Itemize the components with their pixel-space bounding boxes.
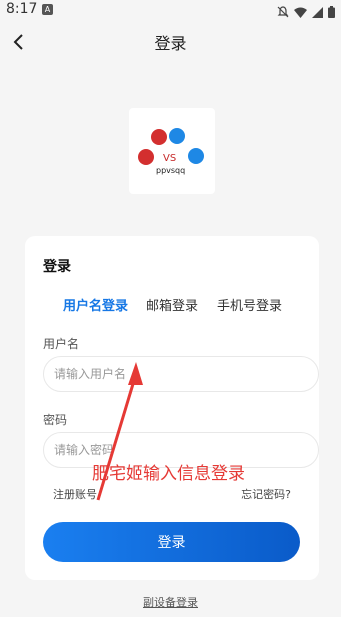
username-input[interactable]: [43, 356, 319, 392]
signal-icon: [312, 3, 323, 22]
card-title: 登录: [43, 259, 71, 275]
password-label: 密码: [43, 413, 68, 427]
tab-phone-login[interactable]: 手机号登录: [217, 295, 282, 314]
bell-off-icon: [277, 3, 289, 22]
status-icons: [277, 3, 335, 22]
notification-a-icon: A: [42, 4, 53, 15]
username-label: 用户名: [43, 337, 80, 351]
battery-icon: [328, 3, 335, 22]
annotation-text: 肥宅姬输入信息登录: [92, 464, 245, 484]
login-card: 登录 用户名登录 邮箱登录 手机号登录 用户名 密码 注册账号 忘记密码? 登录: [25, 236, 319, 580]
secondary-device-login-link[interactable]: 副设备登录: [0, 594, 341, 610]
tab-email-login[interactable]: 邮箱登录: [146, 295, 198, 314]
register-link[interactable]: 注册账号: [53, 486, 97, 502]
logo-vs-text: VS: [163, 153, 176, 164]
login-button[interactable]: 登录: [43, 522, 300, 562]
tab-username-login[interactable]: 用户名登录: [63, 295, 128, 314]
forgot-password-link[interactable]: 忘记密码?: [241, 486, 291, 502]
page-title: 登录: [154, 34, 187, 53]
status-bar: 8:17 A: [0, 0, 341, 20]
status-time: 8:17: [6, 1, 38, 17]
login-tabs: 用户名登录 邮箱登录 手机号登录: [25, 295, 319, 315]
app-logo: VS ppvsqq: [129, 108, 215, 194]
wifi-icon: [294, 3, 307, 22]
logo-name-text: ppvsqq: [156, 166, 185, 175]
